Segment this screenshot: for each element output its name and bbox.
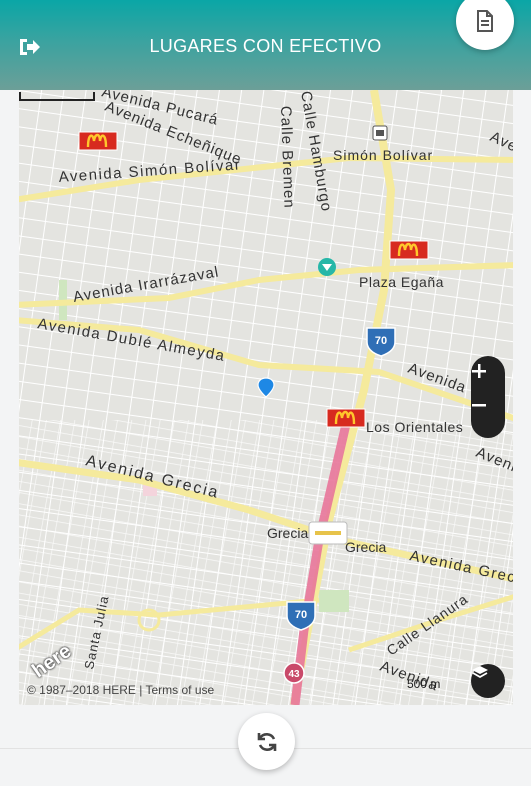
svg-text:70: 70	[295, 609, 307, 621]
map-attribution[interactable]: © 1987–2018 HERE | Terms of use	[27, 683, 214, 697]
place-label: Grecia	[267, 525, 308, 541]
poi-icon	[318, 258, 336, 276]
layers-icon	[472, 666, 488, 679]
document-icon	[477, 10, 493, 32]
route-shield: 70	[286, 601, 316, 631]
zoom-control	[471, 356, 505, 438]
svg-text:70: 70	[375, 335, 387, 347]
place-label: Plaza Egaña	[359, 274, 444, 290]
refresh-icon	[257, 732, 276, 751]
map-canvas: Avenida Pucará Avenida Echeñique Avenida…	[19, 90, 513, 705]
mcdonalds-icon[interactable]	[389, 240, 429, 260]
place-label: Los Orientales	[366, 419, 463, 435]
scale-bar	[19, 92, 95, 101]
mcdonalds-icon[interactable]	[78, 131, 118, 151]
metro-icon	[308, 521, 348, 545]
street-label: Calle Bremen	[277, 106, 298, 209]
page-title: LUGARES CON EFECTIVO	[149, 36, 382, 56]
scale-label: 500 m	[407, 677, 441, 691]
street-label: Simón Bolívar	[333, 147, 433, 163]
map-view[interactable]: Avenida Pucará Avenida Echeñique Avenida…	[19, 90, 513, 705]
minus-icon	[472, 404, 486, 407]
bank-icon	[372, 125, 388, 141]
mcdonalds-icon[interactable]	[326, 408, 366, 428]
refresh-button[interactable]	[238, 713, 295, 770]
svg-text:43: 43	[288, 669, 300, 680]
place-label: Grecia	[345, 539, 386, 555]
zoom-in-button[interactable]	[471, 363, 505, 397]
zoom-out-button[interactable]	[471, 397, 505, 431]
plus-icon	[472, 364, 486, 378]
layers-button[interactable]	[471, 664, 505, 698]
route-shield: 43	[283, 662, 305, 684]
app-header: LUGARES CON EFECTIVO	[0, 0, 531, 90]
route-shield: 70	[366, 327, 396, 357]
